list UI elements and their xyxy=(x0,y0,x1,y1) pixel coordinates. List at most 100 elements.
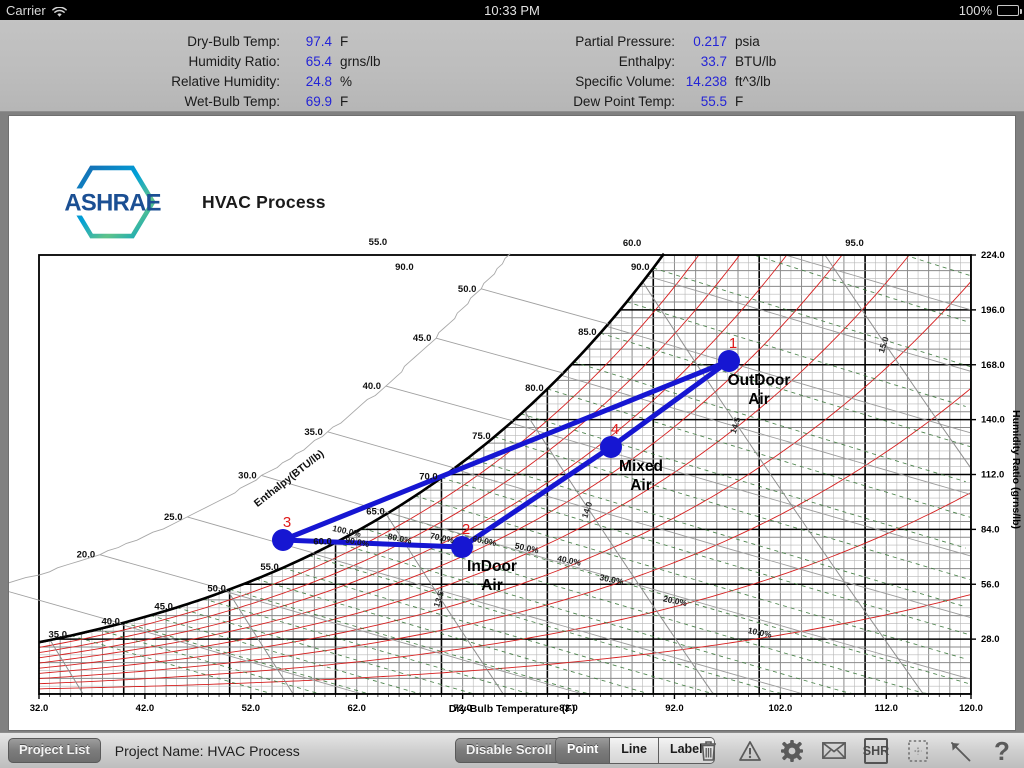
svg-text:196.0: 196.0 xyxy=(981,305,1005,316)
readout-value: 33.7 xyxy=(700,54,727,69)
readout-value: 55.5 xyxy=(700,94,727,109)
svg-text:40.0: 40.0 xyxy=(363,381,382,392)
warning-icon[interactable] xyxy=(738,738,762,764)
readout-column-right: Partial Pressure: 0.217 psia Enthalpy: 3… xyxy=(535,34,776,114)
chart-brand-block: ASHRAE HVAC Process xyxy=(62,164,326,240)
svg-text:35.0: 35.0 xyxy=(49,630,68,641)
readout-unit: psia xyxy=(735,34,760,49)
readout-value: 0.217 xyxy=(693,34,727,49)
svg-text:168.0: 168.0 xyxy=(981,360,1005,371)
battery-icon xyxy=(997,4,1022,16)
readout-row-relative-humidity: Relative Humidity: 24.8 % xyxy=(140,74,381,94)
readout-value: 97.4 xyxy=(305,34,332,49)
readout-row-humidity-ratio: Humidity Ratio: 65.4 grns/lb xyxy=(140,54,381,74)
readout-unit: grns/lb xyxy=(340,54,381,69)
readout-row-dew-point-temp: Dew Point Temp: 55.5 F xyxy=(535,94,776,114)
svg-text:Air: Air xyxy=(481,577,503,594)
y-axis-title: Humidity Ratio (grns/lb) xyxy=(1010,410,1022,529)
svg-text:30.0: 30.0 xyxy=(238,470,257,481)
svg-text:112.0: 112.0 xyxy=(981,470,1004,481)
readout-column-left: Dry-Bulb Temp: 97.4 F Humidity Ratio: 65… xyxy=(140,34,381,114)
x-axis-title: Dry-Bulb Temperature (F) xyxy=(448,703,576,715)
mail-icon[interactable] xyxy=(822,738,846,764)
svg-text:4: 4 xyxy=(611,421,619,438)
readout-row-specific-volume: Specific Volume: 14.238 ft^3/lb xyxy=(535,74,776,94)
ashrae-logo-icon: ASHRAE xyxy=(62,165,162,239)
gear-icon[interactable] xyxy=(780,738,804,764)
readout-label: Relative Humidity: xyxy=(171,74,280,89)
readout-unit: BTU/lb xyxy=(735,54,777,69)
svg-text:20.0: 20.0 xyxy=(77,550,96,561)
svg-text:50.0: 50.0 xyxy=(207,583,226,594)
svg-text:224.0: 224.0 xyxy=(981,250,1005,261)
readout-value: 14.238 xyxy=(685,74,727,89)
readout-label: Dew Point Temp: xyxy=(573,94,675,109)
mode-segmented-control[interactable]: Point Line Label xyxy=(555,737,715,764)
svg-text:95.0: 95.0 xyxy=(845,238,864,249)
trash-icon[interactable] xyxy=(696,738,720,764)
ios-status-bar: Carrier 10:33 PM 100% xyxy=(0,0,1024,20)
svg-text:40.0: 40.0 xyxy=(101,617,120,628)
bottom-toolbar: Project List Project Name: HVAC Process … xyxy=(0,732,1024,768)
svg-text:85.0: 85.0 xyxy=(578,327,597,338)
svg-text:Air: Air xyxy=(630,477,652,494)
readout-unit: F xyxy=(340,94,349,109)
svg-text:14.0: 14.0 xyxy=(580,500,595,519)
readout-unit: F xyxy=(340,34,349,49)
segment-line[interactable]: Line xyxy=(610,738,659,763)
readout-label: Humidity Ratio: xyxy=(188,54,280,69)
project-list-button[interactable]: Project List xyxy=(8,737,101,764)
readout-unit: ft^3/lb xyxy=(735,74,771,89)
readout-label: Specific Volume: xyxy=(575,74,675,89)
svg-text:45.0: 45.0 xyxy=(413,333,432,344)
svg-text:50.0: 50.0 xyxy=(458,284,477,295)
svg-text:80.0: 80.0 xyxy=(525,383,544,394)
svg-text:1: 1 xyxy=(729,335,737,352)
svg-text:10.0%: 10.0% xyxy=(747,625,773,640)
chart-title: HVAC Process xyxy=(202,191,326,212)
battery-percent-label: 100% xyxy=(958,2,992,18)
svg-text:3: 3 xyxy=(283,514,291,531)
readout-row-enthalpy: Enthalpy: 33.7 BTU/lb xyxy=(535,54,777,74)
readout-row-partial-pressure: Partial Pressure: 0.217 psia xyxy=(535,34,776,54)
svg-text:28.0: 28.0 xyxy=(981,634,1000,645)
psychrometric-readout-panel: Dry-Bulb Temp: 97.4 F Humidity Ratio: 65… xyxy=(0,20,1024,112)
svg-text:25.0: 25.0 xyxy=(164,512,183,523)
svg-text:OutDoor: OutDoor xyxy=(728,372,791,389)
ashrae-wordmark: ASHRAE xyxy=(64,189,160,216)
svg-text:60.0: 60.0 xyxy=(623,238,642,249)
svg-text:2: 2 xyxy=(462,521,470,538)
svg-text:InDoor: InDoor xyxy=(467,558,517,575)
status-bar-right: 100% xyxy=(958,2,1022,18)
readout-label: Dry-Bulb Temp: xyxy=(187,34,280,49)
svg-text:55.0: 55.0 xyxy=(260,562,279,573)
svg-text:140.0: 140.0 xyxy=(981,415,1005,426)
svg-text:65.0: 65.0 xyxy=(366,507,385,518)
readout-label: Enthalpy: xyxy=(618,54,675,69)
status-bar-clock: 10:33 PM xyxy=(484,2,540,18)
readout-label: Wet-Bulb Temp: xyxy=(184,94,280,109)
shr-icon[interactable]: SHR xyxy=(863,737,889,764)
svg-text:75.0: 75.0 xyxy=(472,431,491,442)
svg-text:90.0: 90.0 xyxy=(631,262,650,273)
svg-text:Air: Air xyxy=(748,391,770,408)
arrow-icon[interactable] xyxy=(948,738,972,764)
svg-text:14.5: 14.5 xyxy=(728,416,743,435)
selection-box-icon[interactable] xyxy=(906,738,930,764)
svg-text:60.0: 60.0 xyxy=(313,537,332,548)
help-icon[interactable]: ? xyxy=(990,738,1014,764)
readout-value: 24.8 xyxy=(305,74,332,89)
svg-text:55.0: 55.0 xyxy=(369,237,388,248)
svg-text:70.0: 70.0 xyxy=(419,472,438,483)
readout-row-dry-bulb-temp: Dry-Bulb Temp: 97.4 F xyxy=(140,34,381,54)
project-name-label: Project Name: HVAC Process xyxy=(114,742,300,759)
svg-text:45.0: 45.0 xyxy=(154,601,173,612)
svg-text:90.0: 90.0 xyxy=(395,262,414,273)
segment-point[interactable]: Point xyxy=(556,738,611,763)
svg-text:56.0: 56.0 xyxy=(981,579,1000,590)
readout-unit: % xyxy=(340,74,353,89)
svg-text:84.0: 84.0 xyxy=(981,524,1000,535)
svg-text:Mixed: Mixed xyxy=(619,458,663,475)
disable-scroll-button[interactable]: Disable Scroll xyxy=(455,737,563,764)
readout-unit: F xyxy=(735,94,744,109)
